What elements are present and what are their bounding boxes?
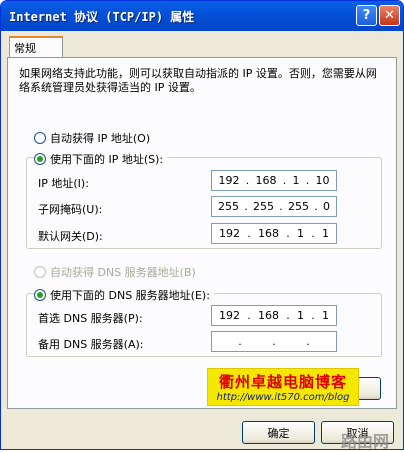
manual-ip-label: 使用下面的 IP 地址(S): — [50, 153, 164, 166]
auto-ip-label: 自动获得 IP 地址(O) — [50, 132, 151, 145]
alternate-dns-input[interactable]: . . . — [211, 331, 337, 352]
octet-3: 1 — [297, 227, 304, 240]
default-gateway-input[interactable]: 192. 168. 1. 1 — [211, 223, 337, 244]
auto-dns-label: 自动获得 DNS 服务器地址(B) — [50, 266, 196, 279]
octet-1: 255 — [218, 200, 239, 213]
octet-4: 10 — [315, 174, 330, 187]
ip-address-input[interactable]: 192. 168. 1. 10 — [211, 170, 337, 191]
octet-3: 255 — [288, 200, 309, 213]
dialog-window: Internet 协议 (TCP/IP) 属性 ? ✕ 常规 如果网络支持此功能… — [0, 0, 404, 451]
close-button[interactable]: ✕ — [379, 5, 400, 26]
octet-1: 192 — [219, 309, 240, 322]
alternate-dns-label: 备用 DNS 服务器(A): — [38, 338, 144, 351]
octet-4: 0 — [323, 200, 330, 213]
ip-address-label: IP 地址(I): — [38, 177, 89, 190]
watermark-text: 路由网 — [341, 432, 390, 451]
preferred-dns-input[interactable]: 192. 168. 1. 1 — [211, 305, 337, 326]
window-title: Internet 协议 (TCP/IP) 属性 — [9, 10, 195, 24]
description-text: 如果网络支持此功能，则可以获取自动指派的 IP 设置。否则，您需要从网络系统管理… — [19, 67, 377, 94]
auto-ip-radio[interactable] — [34, 132, 46, 144]
title-bar[interactable]: Internet 协议 (TCP/IP) 属性 ? ✕ — [1, 1, 403, 31]
octet-4: 1 — [322, 227, 329, 240]
default-gateway-label: 默认网关(D): — [38, 230, 103, 243]
auto-dns-option[interactable]: 自动获得 DNS 服务器地址(B) — [34, 264, 196, 280]
manual-ip-radio[interactable] — [34, 153, 46, 165]
auto-ip-option[interactable]: 自动获得 IP 地址(O) — [34, 130, 150, 146]
octet-2: 168 — [258, 309, 279, 322]
octet-1: 192 — [219, 227, 240, 240]
subnet-mask-label: 子网掩码(U): — [38, 203, 103, 216]
manual-dns-label: 使用下面的 DNS 服务器地址(E): — [50, 289, 210, 302]
subnet-mask-input[interactable]: 255. 255. 255. 0 — [211, 196, 337, 217]
manual-ip-option[interactable]: 使用下面的 IP 地址(S): — [34, 151, 168, 167]
octet-2: 168 — [258, 227, 279, 240]
manual-dns-radio[interactable] — [34, 289, 46, 301]
banner-url: http://www.it570.com/blog — [216, 392, 350, 403]
tab-general[interactable]: 常规 — [9, 36, 63, 58]
octet-3: 1 — [292, 174, 300, 187]
blog-banner: 衢州卓越电脑博客 http://www.it570.com/blog — [207, 368, 359, 406]
ok-button[interactable]: 确定 — [242, 421, 315, 444]
ok-button-label: 确定 — [267, 426, 290, 440]
banner-title: 衢州卓越电脑博客 — [218, 373, 347, 391]
tab-general-label: 常规 — [14, 42, 36, 55]
octet-2: 168 — [255, 174, 277, 187]
help-button[interactable]: ? — [356, 5, 377, 26]
auto-dns-radio[interactable] — [34, 266, 46, 278]
octet-1: 192 — [218, 174, 240, 187]
manual-dns-option[interactable]: 使用下面的 DNS 服务器地址(E): — [34, 287, 214, 303]
octet-4: 1 — [322, 309, 329, 322]
preferred-dns-label: 首选 DNS 服务器(P): — [38, 312, 143, 325]
octet-2: 255 — [253, 200, 274, 213]
octet-3: 1 — [297, 309, 304, 322]
